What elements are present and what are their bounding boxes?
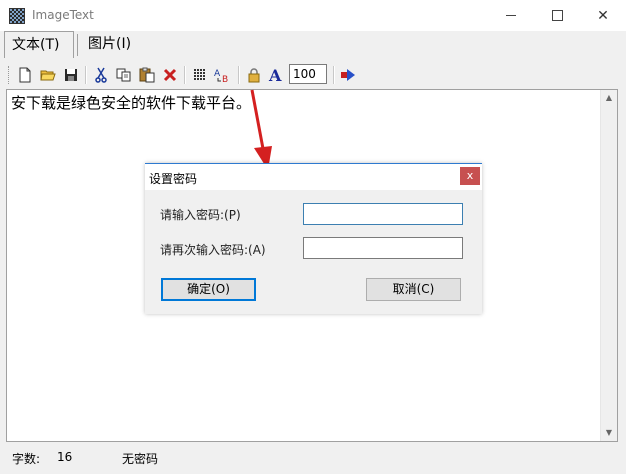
tab-bar: 文本(T) 图片(I) [2,31,624,61]
minimize-icon [506,15,516,16]
svg-text:B: B [222,75,228,83]
delete-button[interactable] [161,66,179,84]
grid-button[interactable] [191,66,209,84]
minimize-button[interactable] [488,0,534,31]
dialog-title: 设置密码 [149,172,198,186]
char-count-label: 字数: [12,452,41,466]
scroll-up-icon[interactable]: ▲ [601,90,617,106]
confirm-password-field[interactable] [303,237,463,259]
confirm-password-label: 请再次输入密码:(A) [160,243,266,257]
convert-button[interactable]: AB [214,66,232,84]
toolbar-separator [238,66,240,84]
maximize-icon [551,10,563,21]
tab-divider [77,34,78,56]
toolbar-separator [184,66,186,84]
window-title: ImageText [32,8,94,22]
run-button[interactable] [339,66,357,84]
paste-button[interactable] [138,66,156,84]
svg-text:A: A [214,69,221,79]
title-bar: ImageText ✕ [0,0,626,31]
cancel-button[interactable]: 取消(C) [366,278,461,301]
copy-button[interactable] [115,66,133,84]
toolbar: AB A 100 [6,63,618,87]
set-password-dialog: 设置密码 x 请输入密码:(P) 请再次输入密码:(A) 确定(O) 取消(C) [145,163,482,314]
open-button[interactable] [39,66,57,84]
copy-icon [116,68,131,82]
new-button[interactable] [16,66,34,84]
dialog-title-bar: 设置密码 x [145,164,482,190]
close-icon: ✕ [597,7,609,24]
font-size-input[interactable]: 100 [289,64,327,84]
password-button[interactable] [245,66,263,84]
font-button[interactable]: A [267,66,285,84]
toolbar-separator [85,66,87,84]
char-count-value: 16 [57,450,73,464]
save-button[interactable] [62,66,80,84]
toolbar-separator [333,66,335,84]
new-icon [19,67,31,83]
scroll-down-icon[interactable]: ▼ [601,425,617,441]
password-status: 无密码 [122,452,159,466]
app-icon [9,8,25,24]
run-icon [341,69,355,81]
cut-button[interactable] [92,66,110,84]
password-label: 请输入密码:(P) [160,208,241,222]
ok-button[interactable]: 确定(O) [161,278,256,301]
grid-icon [194,69,205,80]
password-field[interactable] [303,203,463,225]
save-icon [65,69,77,81]
paste-icon [139,67,155,83]
font-icon: A [268,67,282,83]
svg-text:A: A [268,67,282,83]
convert-icon: AB [214,69,228,83]
editor-content: 安下载是绿色安全的软件下载平台。 [11,94,252,112]
close-icon: x [466,169,474,182]
open-icon [40,70,56,81]
cut-icon [95,67,107,83]
dialog-close-button[interactable]: x [460,167,480,185]
status-bar: 字数: 16 无密码 [0,444,626,474]
delete-icon [163,68,177,82]
toolbar-grip[interactable] [8,66,11,84]
maximize-button[interactable] [534,0,580,31]
tab-text[interactable]: 文本(T) [4,31,74,58]
vertical-scrollbar[interactable]: ▲ ▼ [600,90,617,441]
tab-image[interactable]: 图片(I) [81,31,161,58]
close-button[interactable]: ✕ [580,0,626,31]
lock-icon [248,68,260,83]
